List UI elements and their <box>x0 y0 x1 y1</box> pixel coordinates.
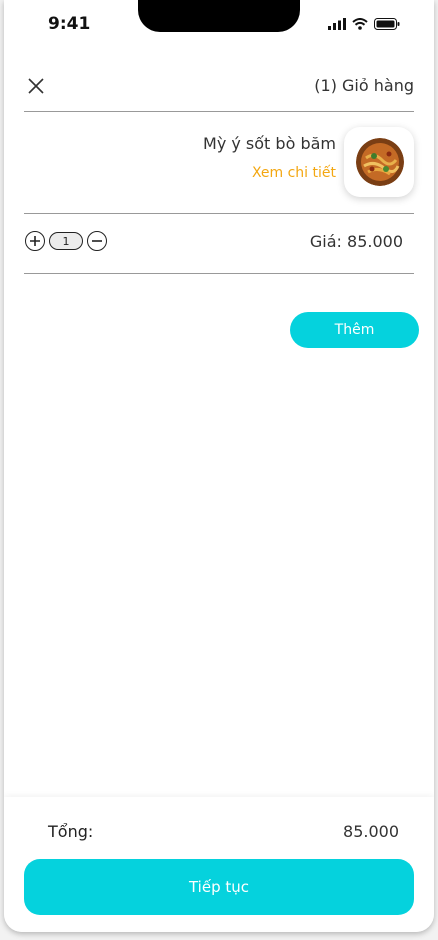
view-details-link[interactable]: Xem chi tiết <box>252 165 336 181</box>
divider <box>24 111 414 112</box>
continue-button[interactable]: Tiếp tục <box>24 859 414 915</box>
add-more-button[interactable]: Thêm <box>290 312 419 348</box>
product-name: Mỳ ý sốt bò băm <box>203 134 336 153</box>
quantity-value[interactable]: 1 <box>49 232 83 250</box>
status-time: 9:41 <box>48 14 91 34</box>
product-image-card[interactable] <box>344 127 414 197</box>
divider <box>24 273 414 274</box>
status-icons <box>328 18 400 30</box>
pasta-dish-image <box>356 138 404 186</box>
total-value: 85.000 <box>343 822 399 841</box>
checkout-footer: Tổng: 85.000 Tiếp tục <box>4 797 434 932</box>
plus-circle-icon <box>30 236 40 246</box>
divider <box>24 213 414 214</box>
cart-title: (1) Giỏ hàng <box>314 76 414 95</box>
quantity-stepper: 1 <box>25 231 107 251</box>
close-icon <box>28 78 44 94</box>
battery-icon <box>374 18 400 30</box>
increase-quantity-button[interactable] <box>25 231 45 251</box>
signal-icon <box>328 18 346 30</box>
notch <box>138 0 300 32</box>
wifi-icon <box>352 18 368 30</box>
total-label: Tổng: <box>48 822 94 841</box>
phone-screen: 9:41 (1) Giỏ hàng Mỳ ý sốt bò băm Xem ch… <box>4 0 434 932</box>
item-price: Giá: 85.000 <box>309 232 403 251</box>
close-button[interactable] <box>24 74 48 98</box>
minus-circle-icon <box>92 240 102 242</box>
decrease-quantity-button[interactable] <box>87 231 107 251</box>
